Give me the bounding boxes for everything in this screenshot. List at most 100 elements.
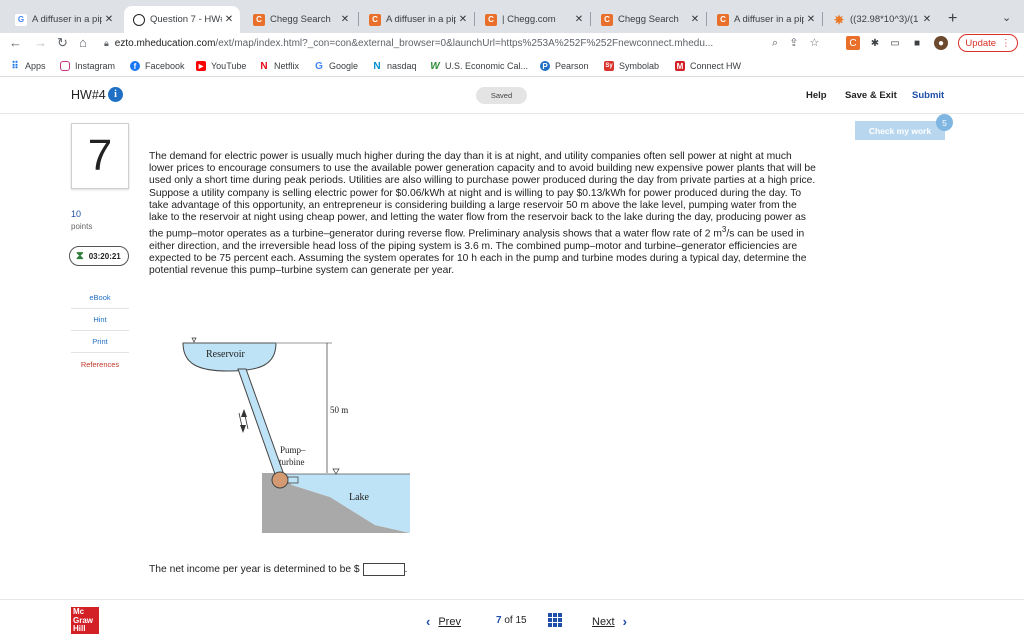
bookmark-youtube[interactable]: ▶ YouTube bbox=[196, 61, 246, 71]
chegg-icon: C bbox=[369, 13, 381, 26]
net-income-input[interactable] bbox=[362, 563, 405, 576]
address-bar[interactable]: 🔒︎ ezto.mheducation.com/ext/map/index.ht… bbox=[104, 34, 840, 53]
timer-value: 03:20:21 bbox=[88, 251, 121, 261]
back-arrow-icon[interactable]: ← bbox=[9, 35, 22, 50]
assignment-footer: Mc Graw Hill ‹ Prev 7 of 15 Next › bbox=[0, 599, 1024, 640]
browser-tab[interactable]: C A diffuser in a pip ✕ bbox=[708, 6, 822, 33]
browser-tab[interactable]: C | Chegg.com ✕ bbox=[476, 6, 590, 33]
omnibox-actions: ⌕ ⇪ ☆ bbox=[772, 36, 819, 50]
help-link[interactable]: Help bbox=[806, 90, 827, 101]
prev-button[interactable]: ‹ Prev bbox=[426, 614, 461, 629]
tab-divider bbox=[822, 12, 823, 26]
new-tab-icon[interactable]: + bbox=[948, 10, 957, 28]
extension-icon[interactable]: C bbox=[846, 36, 860, 50]
window-icon[interactable]: ■ bbox=[910, 36, 924, 50]
tab-title: Chegg Search bbox=[618, 14, 679, 25]
water-level-marker-icon bbox=[332, 468, 340, 475]
extensions-puzzle-icon[interactable]: ✱ bbox=[868, 36, 882, 50]
mcgraw-hill-logo: Mc Graw Hill bbox=[71, 607, 99, 634]
reservoir-label: Reservoir bbox=[206, 349, 245, 360]
question-text: The demand for electric power is usually… bbox=[149, 151, 817, 277]
height-label: 50 m bbox=[330, 405, 349, 415]
browser-tab-active[interactable]: Question 7 - HW# ✕ bbox=[124, 6, 240, 33]
pump-turbine-unit bbox=[271, 471, 289, 489]
bookmark-symbolab[interactable]: Sy Symbolab bbox=[604, 61, 659, 71]
bookmark-star-icon[interactable]: ☆ bbox=[810, 37, 820, 49]
water-level-marker-icon bbox=[191, 337, 197, 343]
tab-divider bbox=[590, 12, 591, 26]
bookmark-netflix[interactable]: N Netflix bbox=[259, 61, 300, 72]
page-total: of 15 bbox=[504, 615, 527, 626]
close-icon[interactable]: ✕ bbox=[222, 14, 236, 25]
share-icon[interactable]: ⇪ bbox=[789, 37, 798, 49]
browser-tab[interactable]: G A diffuser in a pip ✕ bbox=[6, 6, 120, 33]
print-link[interactable]: Print bbox=[71, 331, 129, 353]
references-link[interactable]: References bbox=[71, 353, 129, 375]
tab-search-chevron-icon[interactable]: ⌄ bbox=[1002, 11, 1011, 24]
bookmark-label: Pearson bbox=[555, 61, 589, 71]
tab-title: | Chegg.com bbox=[502, 14, 556, 25]
bookmark-google[interactable]: G Google bbox=[314, 61, 358, 72]
tab-divider bbox=[706, 12, 707, 26]
attempts-remaining-badge: 5 bbox=[936, 114, 953, 131]
close-icon[interactable]: ✕ bbox=[572, 14, 586, 25]
browser-tab[interactable]: C A diffuser in a pip ✕ bbox=[360, 6, 474, 33]
chevron-right-icon: › bbox=[622, 614, 627, 629]
chevron-left-icon: ‹ bbox=[426, 614, 431, 629]
close-icon[interactable]: ✕ bbox=[920, 14, 934, 25]
symbolab-icon: Sy bbox=[604, 61, 614, 71]
penstock-pipe bbox=[237, 368, 285, 478]
hint-link[interactable]: Hint bbox=[71, 309, 129, 331]
close-icon[interactable]: ✕ bbox=[804, 14, 818, 25]
ebook-link[interactable]: eBook bbox=[71, 287, 129, 309]
bookmark-label: Connect HW bbox=[690, 61, 742, 71]
browser-tab[interactable]: C Chegg Search ✕ bbox=[592, 6, 706, 33]
close-icon[interactable]: ✕ bbox=[688, 14, 702, 25]
timer-badge: ⧗ 03:20:21 bbox=[69, 246, 129, 266]
bookmark-label: YouTube bbox=[211, 61, 247, 71]
zoom-search-icon[interactable]: ⌕ bbox=[772, 37, 778, 49]
check-my-work-button[interactable]: Check my work bbox=[855, 121, 945, 140]
chegg-icon: C bbox=[253, 13, 265, 26]
bookmark-pearson[interactable]: P Pearson bbox=[540, 61, 589, 71]
cast-icon[interactable]: ▭ bbox=[888, 36, 902, 50]
question-grid-icon[interactable] bbox=[548, 613, 562, 627]
answer-row: The net income per year is determined to… bbox=[149, 563, 408, 576]
home-icon[interactable]: ⌂ bbox=[79, 35, 87, 50]
profile-avatar[interactable]: ● bbox=[934, 36, 948, 50]
url-path: /ext/map/index.html?_con=con&external_br… bbox=[215, 38, 714, 49]
bookmark-nasdaq[interactable]: N nasdaq bbox=[372, 61, 417, 72]
bookmark-economic-calendar[interactable]: W U.S. Economic Cal... bbox=[430, 60, 529, 72]
wsj-icon: W bbox=[430, 60, 440, 72]
bookmark-connect-hw[interactable]: M Connect HW bbox=[675, 61, 741, 71]
assignment-title: HW#4 bbox=[71, 88, 106, 102]
close-icon[interactable]: ✕ bbox=[102, 14, 116, 25]
reload-icon[interactable]: ↻ bbox=[57, 35, 68, 51]
close-icon[interactable]: ✕ bbox=[338, 14, 352, 25]
bookmark-label: Netflix bbox=[274, 61, 300, 71]
assignment-header: HW#4 i Saved Help Save & Exit Submit bbox=[0, 78, 1024, 114]
bookmark-apps[interactable]: ⠿ Apps bbox=[10, 61, 45, 72]
save-exit-link[interactable]: Save & Exit bbox=[845, 90, 897, 101]
bookmark-facebook[interactable]: f Facebook bbox=[130, 61, 185, 71]
browser-tab[interactable]: C Chegg Search ✕ bbox=[244, 6, 356, 33]
bookmark-instagram[interactable]: Instagram bbox=[60, 61, 115, 71]
forward-arrow-icon[interactable]: → bbox=[34, 35, 47, 50]
next-button[interactable]: Next › bbox=[592, 614, 627, 629]
tab-title: ((32.98*10^3)/(1 bbox=[850, 14, 919, 25]
bookmark-label: U.S. Economic Cal... bbox=[445, 61, 529, 71]
browser-tab[interactable]: ✵ ((32.98*10^3)/(1 ✕ bbox=[824, 6, 938, 33]
browser-toolbar: ← → ↻ ⌂ 🔒︎ ezto.mheducation.com/ext/map/… bbox=[0, 33, 1024, 55]
page-current: 7 bbox=[496, 615, 502, 626]
tab-title: Question 7 - HW# bbox=[150, 14, 222, 25]
submit-link[interactable]: Submit bbox=[912, 90, 944, 101]
close-icon[interactable]: ✕ bbox=[456, 14, 470, 25]
bookmark-label: nasdaq bbox=[387, 61, 417, 71]
next-label: Next bbox=[592, 615, 615, 628]
update-button[interactable]: Update ⋮ bbox=[958, 34, 1018, 52]
logo-line: Hill bbox=[73, 624, 86, 633]
facebook-icon: f bbox=[130, 61, 140, 71]
youtube-icon: ▶ bbox=[196, 61, 206, 71]
info-icon[interactable]: i bbox=[108, 87, 123, 102]
chegg-icon: C bbox=[717, 13, 729, 26]
